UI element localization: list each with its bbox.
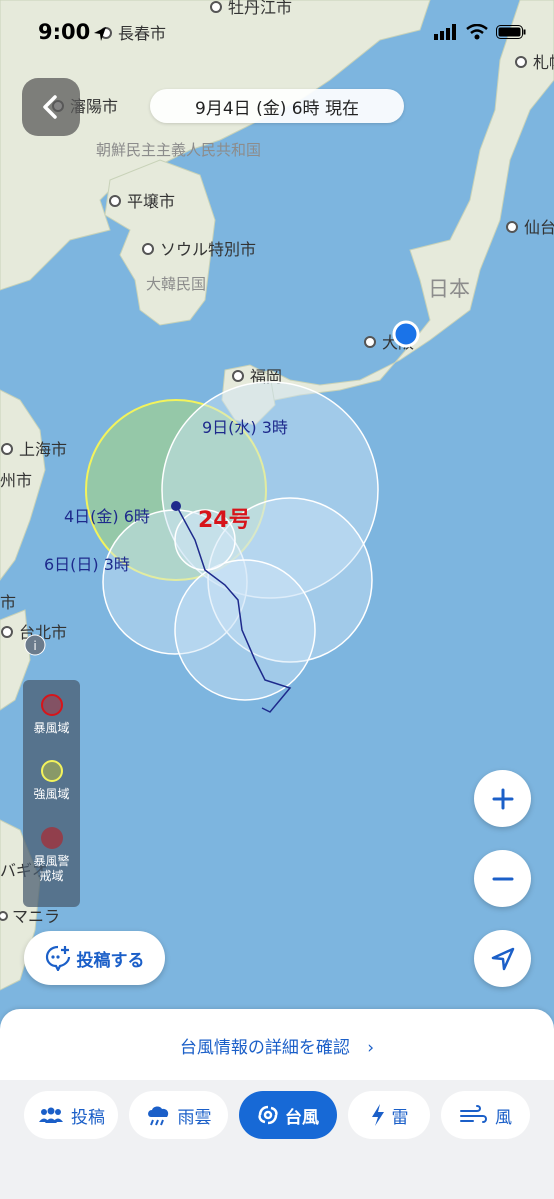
place-label: 仙台 (524, 218, 554, 237)
rain-cloud-icon (147, 1106, 168, 1126)
place-label: 朝鮮民主主義人民共和国 (96, 141, 261, 159)
location-arrow-icon (94, 27, 106, 41)
typhoon-detail-link[interactable]: 台風情報の詳細を確認 › (0, 1033, 554, 1058)
navigation-arrow-icon (491, 947, 514, 970)
tab-bar: 投稿 雨雲 台風 雷 風 (0, 1080, 554, 1199)
battery-icon (496, 25, 526, 39)
wind-icon (460, 1105, 487, 1123)
speech-bubble-plus-icon (45, 945, 70, 971)
place-label: 大韓民国 (146, 275, 206, 293)
storm-warning-swatch (40, 827, 63, 849)
post-button[interactable]: 投稿する (24, 931, 165, 985)
legend-label: 暴風域 (33, 721, 70, 735)
place-label: 平壌市 (127, 192, 175, 211)
tab-label: 雷 (391, 1107, 409, 1128)
info-icon[interactable]: i (33, 639, 36, 653)
zoom-out-button[interactable] (474, 850, 531, 907)
status-time: 9:00 (38, 20, 91, 44)
tab-rain-cloud[interactable]: 雨雲 (129, 1091, 228, 1139)
place-label: 市 (0, 593, 16, 612)
tab-label: 風 (495, 1107, 512, 1128)
minus-icon (492, 877, 513, 880)
tab-post[interactable]: 投稿 (24, 1091, 118, 1139)
place-label: マニラ (12, 907, 60, 926)
place-label: 州市 (0, 471, 32, 490)
typhoon-icon (258, 1105, 278, 1125)
wifi-icon (466, 24, 488, 40)
place-label: 日本 (428, 277, 470, 301)
typhoon-time-label: 6日(日) 3時 (44, 555, 130, 574)
tab-label: 投稿 (71, 1107, 105, 1128)
tab-label: 雨雲 (177, 1107, 212, 1128)
tab-wind[interactable]: 風 (441, 1091, 530, 1139)
detail-link-label: 台風情報の詳細を確認 (179, 1038, 350, 1058)
strong-wind-swatch (40, 760, 63, 782)
legend-label: 強風域 (33, 787, 70, 801)
tab-lightning[interactable]: 雷 (348, 1091, 430, 1139)
typhoon-map[interactable]: 牡丹江市 長春市 瀋陽市 札幌 朝鮮民主主義人民共和国 平壌市 ソウル特別市 大… (0, 0, 554, 1080)
date-time-label: 9月4日 (金) 6時 現在 (150, 89, 404, 123)
tab-typhoon[interactable]: 台風 (239, 1091, 337, 1139)
storm-zone-swatch (40, 694, 63, 716)
legend-label: 暴風警戒域 (33, 854, 70, 883)
zoom-in-button[interactable] (474, 770, 531, 827)
typhoon-time-label: 9日(水) 3時 (202, 418, 288, 437)
status-bar: 9:00 (0, 0, 554, 70)
map-legend: 暴風域 強風域 暴風警戒域 (23, 680, 80, 907)
chevron-left-icon (43, 95, 57, 119)
post-button-label: 投稿する (76, 950, 145, 971)
plus-icon (492, 788, 513, 809)
info-sheet: 台風情報の詳細を確認 › (0, 1009, 554, 1089)
chevron-right-icon: › (367, 1038, 375, 1058)
current-location-dot (392, 320, 420, 348)
tab-label: 台風 (285, 1107, 319, 1128)
current-location-button[interactable] (474, 930, 531, 987)
typhoon-name-label: 24号 (198, 508, 251, 533)
people-icon (39, 1107, 63, 1123)
place-label: 上海市 (19, 440, 67, 459)
typhoon-time-label: 4日(金) 6時 (64, 507, 150, 526)
place-label: ソウル特別市 (160, 240, 256, 259)
signal-icon (434, 24, 456, 40)
back-button[interactable] (22, 78, 80, 136)
lightning-icon (371, 1104, 384, 1126)
